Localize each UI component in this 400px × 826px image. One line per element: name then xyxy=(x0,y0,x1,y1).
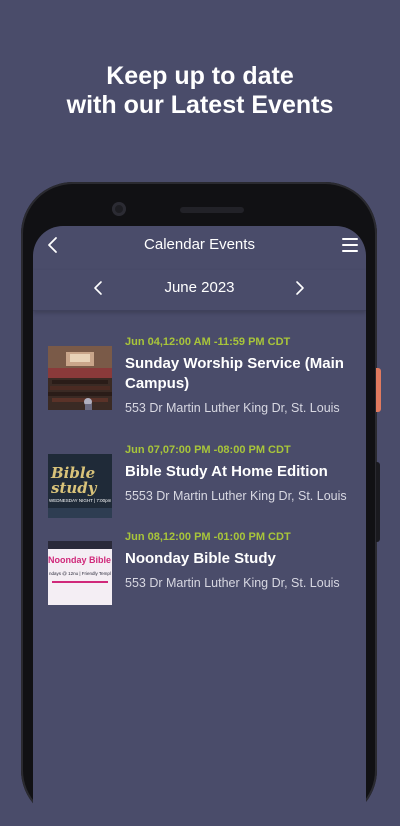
event-title: Bible Study At Home Edition xyxy=(125,463,328,480)
event-address: 553 Dr Martin Luther King Dr, St. Louis xyxy=(125,401,340,415)
event-date: Jun 04,12:00 AM -11:59 PM CDT xyxy=(125,336,291,348)
event-thumbnail: Bible study WEDNESDAY NIGHT | 7:00pm xyxy=(48,454,112,518)
event-address: 553 Dr Martin Luther King Dr, St. Louis xyxy=(125,576,340,590)
event-date: Jun 07,07:00 PM -08:00 PM CDT xyxy=(125,444,291,456)
event-title: Noonday Bible Study xyxy=(125,550,276,567)
front-camera-icon xyxy=(112,202,126,216)
event-thumbnail xyxy=(48,346,112,410)
page-title: Calendar Events xyxy=(144,236,255,253)
thumbnail-subtitle: WEDNESDAY NIGHT | 7:00pm xyxy=(49,498,111,503)
thumbnail-title: Noonday Bible St xyxy=(48,555,112,565)
app-screen: Calendar Events June 2023 Jun 04,12:00 A… xyxy=(33,226,366,826)
event-date: Jun 08,12:00 PM -01:00 PM CDT xyxy=(125,531,291,543)
thumbnail-title: Bible study xyxy=(51,464,97,497)
phone-volume-button xyxy=(376,462,380,542)
headline-line-2: with our Latest Events xyxy=(66,91,334,119)
event-address: 5553 Dr Martin Luther King Dr, St. Louis xyxy=(125,489,347,503)
phone-side-button xyxy=(376,368,381,412)
speaker-grille xyxy=(180,207,244,213)
event-item-bible-study[interactable]: Bible study WEDNESDAY NIGHT | 7:00pm Jun… xyxy=(48,444,366,518)
next-month-icon[interactable] xyxy=(291,280,307,296)
app-bar: Calendar Events xyxy=(33,226,366,266)
event-thumbnail: Noonday Bible St ndays @ 12nu | Friendly… xyxy=(48,541,112,605)
month-navigator: June 2023 xyxy=(33,270,366,311)
event-item-sunday-worship[interactable]: Jun 04,12:00 AM -11:59 PM CDT Sunday Wor… xyxy=(48,336,366,415)
thumbnail-subtitle: ndays @ 12nu | Friendly Temple xyxy=(49,571,111,576)
event-title: Sunday Worship Service (Main Campus) xyxy=(125,355,344,392)
event-item-noonday-bible-study[interactable]: Noonday Bible St ndays @ 12nu | Friendly… xyxy=(48,531,366,605)
menu-icon[interactable] xyxy=(342,238,358,252)
headline-line-1: Keep up to date xyxy=(106,62,294,90)
promo-headline: Keep up to date with our Latest Events xyxy=(0,62,400,120)
month-label: June 2023 xyxy=(164,279,235,296)
